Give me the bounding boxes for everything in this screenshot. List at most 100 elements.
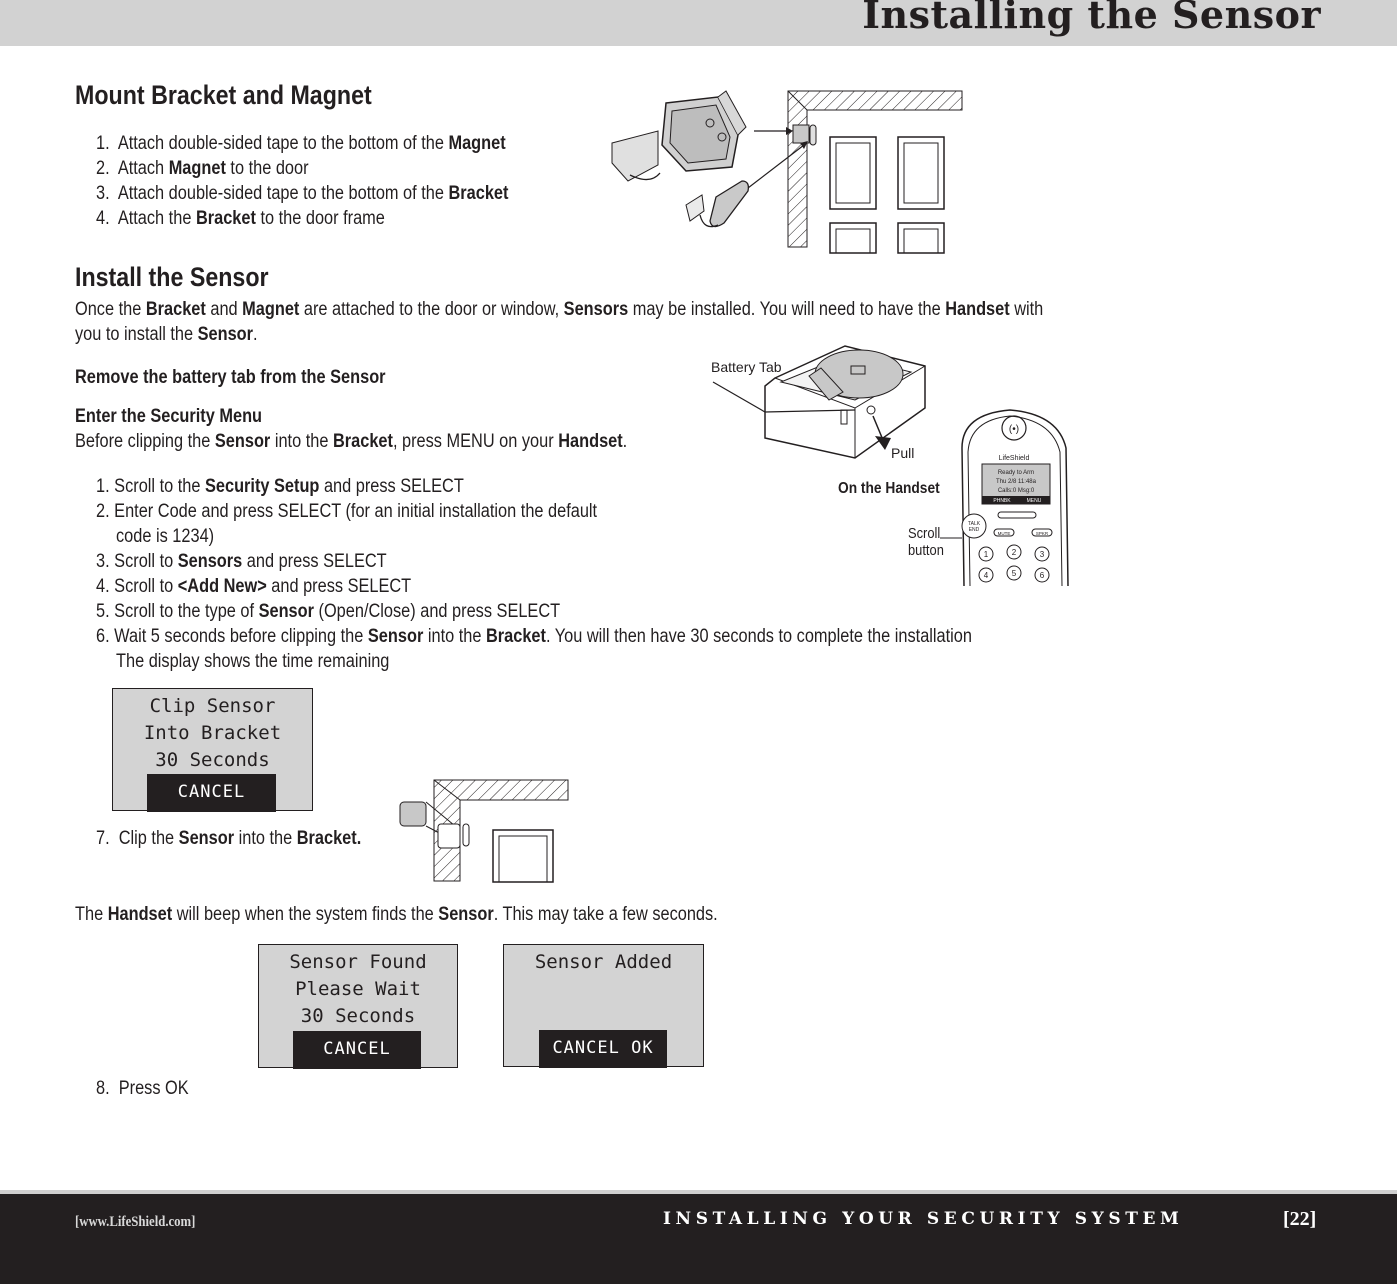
step-text: Scroll to xyxy=(114,551,178,572)
beep-bold: Sensor xyxy=(438,904,494,925)
step-number: 4. xyxy=(96,208,110,229)
step-text: to the door frame xyxy=(255,208,385,229)
step-number: 8. xyxy=(96,1078,110,1099)
security-step: 5. Scroll to the type of Sensor (Open/Cl… xyxy=(96,599,560,624)
handset-key: 4 xyxy=(984,571,989,580)
sensor-battery-illustration: Battery Tab Pull xyxy=(711,345,926,461)
step-8: 8. Press OK xyxy=(96,1076,189,1101)
lcd-line: Into Bracket xyxy=(143,722,282,744)
step-text: . You will then have 30 seconds to compl… xyxy=(545,626,972,647)
step-text: Clip the xyxy=(118,828,179,849)
step-text: code is 1234) xyxy=(116,526,215,547)
step-text: Attach xyxy=(117,158,169,179)
step-text: into the xyxy=(234,828,297,849)
step-number: 4. xyxy=(96,576,110,597)
security-step: 1. Scroll to the Security Setup and pres… xyxy=(96,474,464,499)
door-panels xyxy=(829,136,945,254)
handset-caption: On the Handset xyxy=(838,480,940,497)
intro-text: . xyxy=(253,324,258,345)
step-text: and press SELECT xyxy=(242,551,387,572)
scroll-label-line: Scroll xyxy=(908,525,941,542)
lcd-line: Sensor Added xyxy=(534,951,673,973)
menu-text: , press MENU on your xyxy=(392,431,559,452)
lcd-cancel-softkey[interactable]: CANCEL xyxy=(293,1031,421,1069)
intro-bold: Bracket xyxy=(145,299,206,320)
install-heading: Install the Sensor xyxy=(75,262,269,292)
step-bold: Sensor xyxy=(258,601,314,622)
step-text: The display shows the time remaining xyxy=(116,651,390,672)
handset-talk-label: END xyxy=(969,527,980,533)
lcd-line: Please Wait xyxy=(295,978,421,1000)
mount-step: 4. Attach the Bracket to the door frame xyxy=(96,206,385,231)
step-text: to the door xyxy=(225,158,309,179)
step-number: 3. xyxy=(96,183,110,204)
beep-text-part: The xyxy=(75,904,108,925)
step-bold: Sensors xyxy=(177,551,243,572)
handset-key: 1 xyxy=(984,550,989,559)
mount-step: 3. Attach double-sided tape to the botto… xyxy=(96,181,508,206)
header-bar: Installing the Sensor xyxy=(0,0,1397,46)
step-text: Attach double-sided tape to the bottom o… xyxy=(117,183,449,204)
bracket-icon xyxy=(661,90,747,172)
beep-text: The Handset will beep when the system fi… xyxy=(75,902,718,927)
install-intro-line2: you to install the Sensor. xyxy=(75,322,258,347)
handset-brand: LifeShield xyxy=(999,455,1030,462)
handset-illustration: (•) LifeShield Ready to Arm Thu 2/8 11:4… xyxy=(940,409,1069,587)
handset-key: 6 xyxy=(1040,571,1045,580)
handset-softkey: PHNBK xyxy=(993,498,1011,504)
menu-bold: Handset xyxy=(558,431,623,452)
step-text: Scroll to xyxy=(114,576,178,597)
mount-step: 2. Attach Magnet to the door xyxy=(96,156,309,181)
footer-url-link[interactable]: [www.LifeShield.com] xyxy=(75,1214,195,1231)
magnet-icon xyxy=(685,180,750,228)
intro-text: you to install the xyxy=(75,324,198,345)
intro-bold: Sensors xyxy=(563,299,629,320)
lcd-cancel-ok-softkey[interactable]: CANCEL OK xyxy=(539,1030,667,1068)
handset-spkr-label: SPKR xyxy=(1036,531,1049,536)
step-text: Press OK xyxy=(118,1078,189,1099)
beep-text-part: . This may take a few seconds. xyxy=(493,904,718,925)
intro-bold: Sensor xyxy=(197,324,254,345)
install-intro-line1: Once the Bracket and Magnet are attached… xyxy=(75,297,1043,322)
intro-text: and xyxy=(205,299,243,320)
step-text: and press SELECT xyxy=(266,576,412,597)
mount-heading: Mount Bracket and Magnet xyxy=(75,80,372,110)
pull-label: Pull xyxy=(891,445,914,461)
step-bold: Sensor xyxy=(178,828,235,849)
svg-text:(•): (•) xyxy=(1009,424,1019,435)
lcd-line: Sensor Found xyxy=(289,951,427,973)
step-text: and press SELECT xyxy=(319,476,464,497)
handset-softkey: MENU xyxy=(1027,498,1042,504)
step-bold: Sensor xyxy=(367,626,424,647)
step-bold: <Add New> xyxy=(177,576,267,597)
intro-text: are attached to the door or window, xyxy=(299,299,564,320)
beep-bold: Handset xyxy=(107,904,173,925)
step-number: 1. xyxy=(96,133,110,154)
step-number: 5. xyxy=(96,601,110,622)
step-bold: Magnet xyxy=(448,133,506,154)
step-text: Attach double-sided tape to the bottom o… xyxy=(117,133,449,154)
scroll-label-line: button xyxy=(908,542,944,559)
security-step: 6. Wait 5 seconds before clipping the Se… xyxy=(96,624,972,649)
step-number: 2. xyxy=(96,501,110,522)
step-number: 3. xyxy=(96,551,110,572)
lcd-cancel-softkey[interactable]: CANCEL xyxy=(147,774,276,812)
lcd-sensor-found: Sensor Found Please Wait 30 Seconds CANC… xyxy=(258,944,458,1069)
page-title: Installing the Sensor xyxy=(862,0,1321,37)
step-7: 7. Clip the Sensor into the Bracket. xyxy=(96,826,361,851)
battery-tab-heading: Remove the battery tab from the Sensor xyxy=(75,367,386,388)
step-text: Attach the xyxy=(117,208,196,229)
intro-text: with xyxy=(1009,299,1044,320)
menu-text: . xyxy=(622,431,628,452)
step-text: Scroll to the type of xyxy=(109,601,259,622)
security-step: 4. Scroll to <Add New> and press SELECT xyxy=(96,574,411,599)
step-number: 2. xyxy=(96,158,110,179)
sensor-block xyxy=(399,801,427,827)
step-text: Scroll to the xyxy=(114,476,206,497)
intro-bold: Handset xyxy=(945,299,1010,320)
tape-icon xyxy=(611,130,659,182)
beep-text-part: will beep when the system finds the xyxy=(172,904,439,925)
step-number: 7. xyxy=(96,828,110,849)
step-text: Enter Code and press SELECT (for an init… xyxy=(114,501,598,522)
battery-tab-label: Battery Tab xyxy=(711,359,782,375)
